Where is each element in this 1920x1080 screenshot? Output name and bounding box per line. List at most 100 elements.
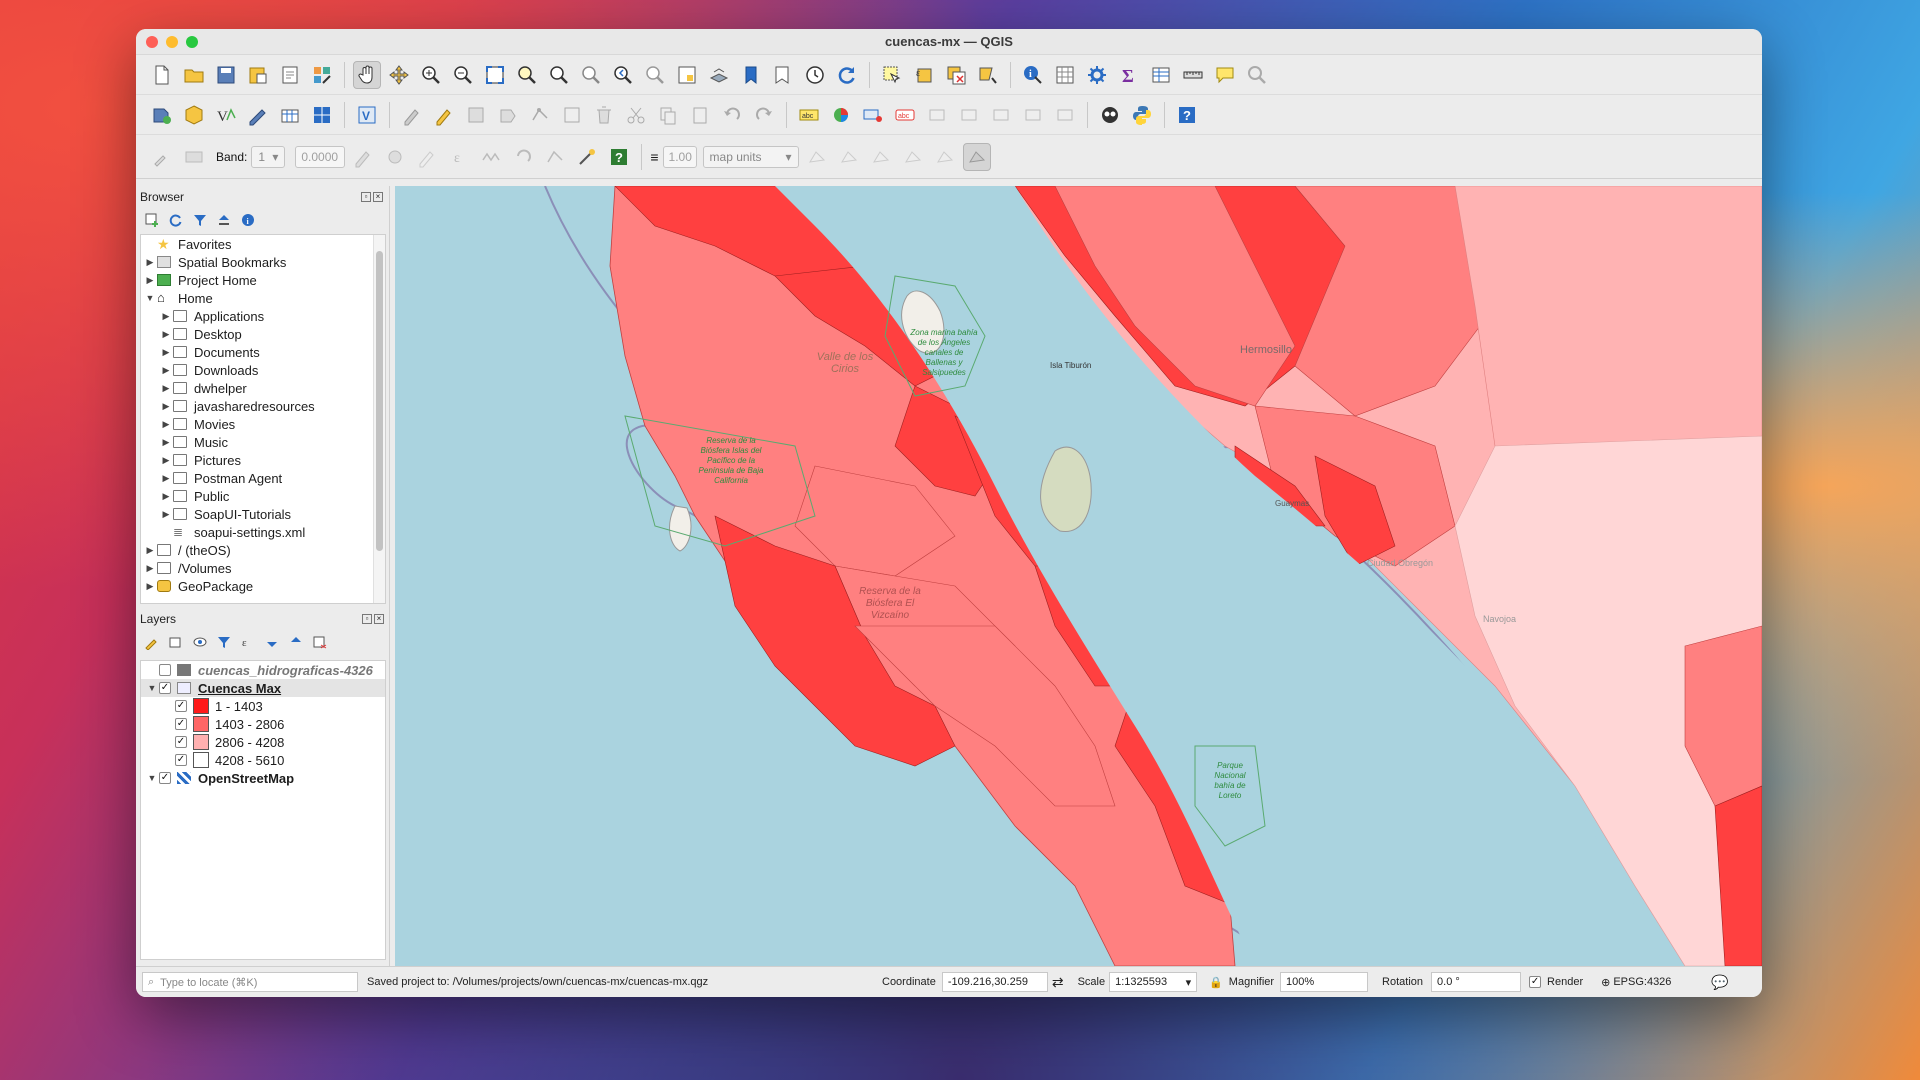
- refresh-button[interactable]: [833, 61, 861, 89]
- add-virtual-layer-button[interactable]: V: [353, 101, 381, 129]
- expand-right-icon[interactable]: ▶: [143, 581, 157, 592]
- expand-down-icon[interactable]: ▼: [145, 683, 159, 693]
- offset-button[interactable]: [541, 143, 569, 171]
- add-group-icon[interactable]: [168, 634, 184, 650]
- change-label-button[interactable]: [1051, 101, 1079, 129]
- vertex-tool-button[interactable]: [526, 101, 554, 129]
- snap-vertex-button[interactable]: [835, 143, 863, 171]
- width-input[interactable]: 1.00: [662, 145, 697, 168]
- band-select[interactable]: 1 ▾: [251, 145, 286, 168]
- paste-features-button[interactable]: [686, 101, 714, 129]
- measure-line-button[interactable]: [1179, 61, 1207, 89]
- diagram-options-button[interactable]: [827, 101, 855, 129]
- statistics-button[interactable]: Σ: [1115, 61, 1143, 89]
- expand-right-icon[interactable]: ▶: [143, 275, 157, 286]
- snap-area-button[interactable]: [899, 143, 927, 171]
- browser-item[interactable]: ▶ Postman Agent: [141, 469, 385, 487]
- expand-right-icon[interactable]: ▶: [159, 329, 173, 340]
- pan-to-selection-button[interactable]: [385, 61, 413, 89]
- expand-right-icon[interactable]: ▶: [143, 257, 157, 268]
- expression-button[interactable]: ε: [445, 143, 473, 171]
- close-panel-icon[interactable]: ×: [374, 614, 384, 624]
- highlight-pinned-labels-button[interactable]: [859, 101, 887, 129]
- select-by-location-button[interactable]: [974, 61, 1002, 89]
- expand-right-icon[interactable]: ▶: [159, 419, 173, 430]
- attribute-table-button[interactable]: [1051, 61, 1079, 89]
- new-3d-view-button[interactable]: [705, 61, 733, 89]
- coordinate-input[interactable]: -109.216,30.259: [941, 972, 1048, 992]
- messages-icon[interactable]: 💬: [1711, 974, 1728, 991]
- rotate-label-button[interactable]: [1019, 101, 1047, 129]
- add-feature-button[interactable]: [494, 101, 522, 129]
- minimize-window-button[interactable]: [166, 36, 178, 48]
- crs-button[interactable]: EPSG:4326: [1613, 976, 1671, 988]
- identify-features-button[interactable]: i: [1019, 61, 1047, 89]
- rotation-input[interactable]: 0.0 °: [1431, 972, 1522, 992]
- expand-right-icon[interactable]: ▶: [159, 491, 173, 502]
- digitize-button[interactable]: [349, 143, 377, 171]
- delete-selected-button[interactable]: [590, 101, 618, 129]
- browser-item[interactable]: ▶ javasharedresources: [141, 397, 385, 415]
- coordinate-toggle-icon[interactable]: ⇄: [1052, 974, 1064, 991]
- cut-features-button[interactable]: [622, 101, 650, 129]
- snap-settings-button[interactable]: [962, 142, 991, 171]
- layer-visibility-checkbox[interactable]: ✓: [159, 682, 171, 694]
- open-project-button[interactable]: [180, 61, 208, 89]
- layer-visibility-checkbox[interactable]: ✓: [175, 736, 187, 748]
- save-edits-button[interactable]: [462, 101, 490, 129]
- browser-item[interactable]: ▶ Documents: [141, 343, 385, 361]
- browser-item[interactable]: ▶ GeoPackage: [141, 577, 385, 595]
- georeferencer-button[interactable]: [573, 143, 601, 171]
- browser-item[interactable]: ▶ Pictures: [141, 451, 385, 469]
- pin-labels-button[interactable]: [923, 101, 951, 129]
- zoom-next-button[interactable]: [641, 61, 669, 89]
- add-raster-layer-button[interactable]: [308, 101, 336, 129]
- zoom-last-button[interactable]: [609, 61, 637, 89]
- render-checkbox[interactable]: ✓: [1529, 976, 1542, 988]
- help-button[interactable]: ?: [1173, 101, 1201, 129]
- layer-visibility-checkbox[interactable]: [159, 664, 171, 676]
- legend-class-row[interactable]: ✓ 1 - 1403: [141, 697, 385, 715]
- magnifier-input[interactable]: 100%: [1280, 972, 1369, 992]
- browser-scrollbar[interactable]: [373, 235, 385, 603]
- snap-center-button[interactable]: [931, 143, 959, 171]
- browser-item[interactable]: ▶ Movies: [141, 415, 385, 433]
- select-by-expression-button[interactable]: ε: [910, 61, 938, 89]
- browser-item[interactable]: ▶ dwhelper: [141, 379, 385, 397]
- simplify-button[interactable]: [477, 143, 505, 171]
- legend-class-row[interactable]: ✓ 2806 - 4208: [141, 733, 385, 751]
- zoom-to-layer-button[interactable]: [545, 61, 573, 89]
- browser-item[interactable]: ≣ soapui-settings.xml: [141, 523, 385, 541]
- select-features-button[interactable]: [878, 61, 906, 89]
- pan-map-button[interactable]: [353, 60, 381, 89]
- expand-right-icon[interactable]: ▶: [159, 311, 173, 322]
- maximize-window-button[interactable]: [186, 36, 198, 48]
- raster-help-button[interactable]: ?: [605, 143, 633, 171]
- locator-input[interactable]: ⌕ Type to locate (⌘K): [142, 972, 358, 992]
- undo-button[interactable]: [718, 101, 746, 129]
- zoom-out-button[interactable]: [449, 61, 477, 89]
- print-layout-button[interactable]: [276, 61, 304, 89]
- lock-icon[interactable]: 🔒: [1209, 976, 1223, 989]
- layer-visibility-checkbox[interactable]: ✓: [175, 718, 187, 730]
- float-panel-icon[interactable]: ▫: [362, 614, 372, 624]
- new-map-view-button[interactable]: [673, 61, 701, 89]
- expand-right-icon[interactable]: ▶: [159, 437, 173, 448]
- layer-row[interactable]: cuencas_hidrograficas-4326: [141, 661, 385, 679]
- properties-icon[interactable]: i: [240, 212, 256, 228]
- band-value-input[interactable]: 0.0000: [295, 145, 346, 168]
- remove-layer-icon[interactable]: [312, 634, 328, 650]
- layer-row[interactable]: ▼ ✓ OpenStreetMap: [141, 769, 385, 787]
- browser-item[interactable]: ▶ /Volumes: [141, 559, 385, 577]
- browser-item[interactable]: ★ Favorites: [141, 235, 385, 253]
- new-project-button[interactable]: [148, 61, 176, 89]
- zoom-in-button[interactable]: [417, 61, 445, 89]
- browser-item[interactable]: ▶ Applications: [141, 307, 385, 325]
- manage-visibility-icon[interactable]: [192, 634, 208, 650]
- units-select[interactable]: map units ▾: [702, 145, 799, 168]
- add-selected-layers-icon[interactable]: [144, 212, 160, 228]
- layer-visibility-checkbox[interactable]: ✓: [175, 754, 187, 766]
- close-panel-icon[interactable]: ×: [373, 192, 383, 202]
- raster-color-button[interactable]: [180, 143, 208, 171]
- save-project-button[interactable]: [212, 61, 240, 89]
